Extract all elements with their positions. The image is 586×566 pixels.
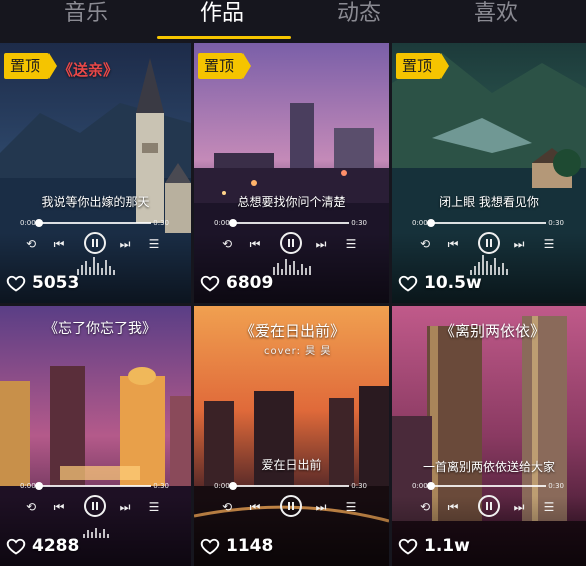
player-controls: ⟲ ⏮ ⏭ ☰ [194, 495, 389, 518]
works-grid: 置顶 《送亲》 我说等你出嫁的那天 0:00 0:30 ⟲ ⏮ ⏭ ☰ 5053 [0, 43, 586, 566]
cover-credit: cover: 昊 昊 [264, 346, 332, 357]
pinned-badge: 置顶 [396, 53, 450, 79]
progress-track[interactable] [37, 485, 151, 487]
lyric-line: 一首离别两依依送给大家 [422, 460, 555, 474]
next-icon[interactable]: ⏭ [312, 496, 330, 518]
loop-icon[interactable]: ⟲ [218, 496, 236, 518]
loop-icon[interactable]: ⟲ [218, 233, 236, 255]
work-card[interactable]: 置顶 《送亲》 我说等你出嫁的那天 0:00 0:30 ⟲ ⏮ ⏭ ☰ 5053 [0, 43, 191, 303]
work-card[interactable]: 置顶 总想要找你问个清楚 0:00 0:30 ⟲ ⏮ ⏭ ☰ 6809 [194, 43, 389, 303]
progress-knob[interactable] [35, 482, 43, 490]
like-count-value: 10.5w [424, 273, 482, 293]
tab-activity[interactable]: 动态 [309, 0, 409, 42]
like-count: 6809 [200, 271, 273, 295]
work-card[interactable]: 《爱在日出前》 cover: 昊 昊 爱在日出前 0:00 0:30 ⟲ ⏮ ⏭… [194, 306, 389, 566]
previous-icon[interactable]: ⏮ [246, 496, 264, 518]
active-tab-indicator [157, 36, 291, 39]
time-start: 0:00 [214, 482, 230, 490]
like-count: 10.5w [398, 271, 482, 295]
heart-icon[interactable] [398, 536, 418, 556]
time-end: 0:30 [351, 219, 367, 227]
profile-tabs: 音乐 作品 动态 喜欢 [0, 0, 586, 42]
progress-track[interactable] [37, 222, 151, 224]
song-title: 《送亲》 [58, 61, 119, 79]
pinned-badge: 置顶 [4, 53, 58, 79]
time-end: 0:30 [351, 482, 367, 490]
progress-track[interactable] [429, 485, 546, 487]
previous-icon[interactable]: ⏮ [444, 496, 462, 518]
tab-music[interactable]: 音乐 [36, 0, 136, 42]
lyric-line: 爱在日出前 [261, 458, 322, 472]
progress-knob[interactable] [229, 219, 237, 227]
like-count: 5053 [6, 271, 79, 295]
heart-icon[interactable] [200, 273, 220, 293]
like-count-value: 4288 [32, 536, 80, 556]
pinned-badge: 置顶 [198, 53, 252, 79]
loop-icon[interactable]: ⟲ [416, 233, 434, 255]
lyric-line: 总想要找你问个清楚 [237, 195, 346, 209]
song-title: 《忘了你忘了我》 [44, 321, 156, 337]
time-end: 0:30 [153, 219, 169, 227]
work-card[interactable]: 《离别两依依》 一首离别两依依送给大家 0:00 0:30 ⟲ ⏮ ⏭ ☰ 1.… [392, 306, 586, 566]
like-count-value: 1.1w [424, 536, 470, 556]
loop-icon[interactable]: ⟲ [416, 496, 434, 518]
time-end: 0:30 [153, 482, 169, 490]
playlist-icon[interactable]: ☰ [540, 233, 558, 255]
time-start: 0:00 [412, 219, 428, 227]
progress-knob[interactable] [427, 482, 435, 490]
playlist-icon[interactable]: ☰ [145, 233, 163, 255]
playlist-icon[interactable]: ☰ [145, 496, 163, 518]
next-icon[interactable]: ⏭ [510, 496, 528, 518]
progress-knob[interactable] [427, 219, 435, 227]
playlist-icon[interactable]: ☰ [342, 233, 360, 255]
playlist-icon[interactable]: ☰ [342, 496, 360, 518]
time-start: 0:00 [412, 482, 428, 490]
playlist-icon[interactable]: ☰ [540, 496, 558, 518]
progress-track[interactable] [231, 222, 349, 224]
player-controls: ⟲ ⏮ ⏭ ☰ [392, 495, 586, 518]
progress-knob[interactable] [35, 219, 43, 227]
heart-icon[interactable] [398, 273, 418, 293]
pause-icon[interactable] [478, 495, 500, 517]
time-start: 0:00 [20, 482, 36, 490]
lyric-line: 闭上眼 我想看见你 [439, 195, 539, 209]
pause-icon[interactable] [280, 495, 302, 517]
loop-icon[interactable]: ⟲ [22, 233, 40, 255]
work-card[interactable]: 置顶 闭上眼 我想看见你 0:00 0:30 ⟲ ⏮ ⏭ ☰ 10.5w [392, 43, 586, 303]
like-count-value: 6809 [226, 273, 274, 293]
like-count: 1148 [200, 534, 273, 558]
time-end: 0:30 [548, 219, 564, 227]
heart-icon[interactable] [6, 273, 26, 293]
progress-track[interactable] [429, 222, 546, 224]
like-count: 1.1w [398, 534, 470, 558]
tab-likes[interactable]: 喜欢 [446, 0, 546, 42]
progress-knob[interactable] [229, 482, 237, 490]
time-end: 0:30 [548, 482, 564, 490]
like-count-value: 1148 [226, 536, 274, 556]
work-card[interactable]: 《忘了你忘了我》 0:00 0:30 ⟲ ⏮ ⏭ ☰ 4288 [0, 306, 191, 566]
loop-icon[interactable]: ⟲ [22, 496, 40, 518]
lyric-line: 我说等你出嫁的那天 [41, 195, 150, 209]
time-start: 0:00 [20, 219, 36, 227]
song-title: 《爱在日出前》 [240, 322, 346, 340]
song-title: 《离别两依依》 [440, 322, 546, 340]
heart-icon[interactable] [200, 536, 220, 556]
time-start: 0:00 [214, 219, 230, 227]
like-count-value: 5053 [32, 273, 80, 293]
heart-icon[interactable] [6, 536, 26, 556]
progress-track[interactable] [231, 485, 349, 487]
like-count: 4288 [6, 534, 79, 558]
